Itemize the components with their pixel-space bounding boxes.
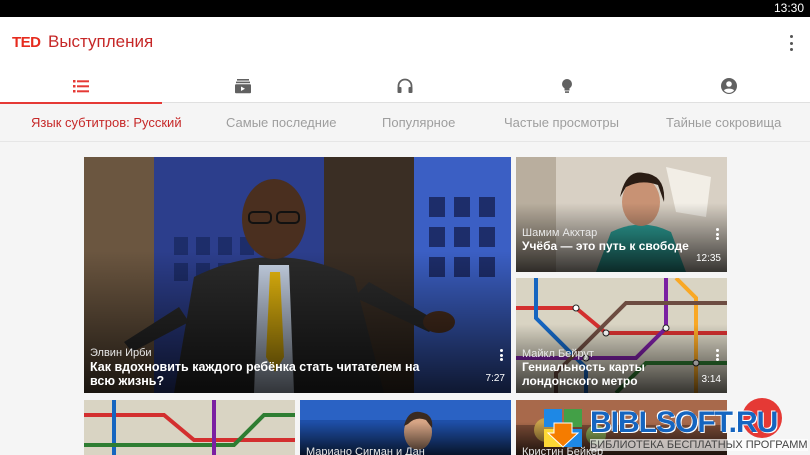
talk-card[interactable]: [84, 400, 295, 455]
talk-speaker: Мариано Сигман и Дан: [306, 446, 425, 455]
filter-bar: Язык субтитров: Русский Самые последние …: [0, 104, 810, 142]
talk-title: Учёба — это путь к свободе: [522, 239, 689, 253]
talk-card[interactable]: Майкл Бейрут Гениальность карты лондонск…: [516, 278, 727, 393]
filter-most-viewed[interactable]: Частые просмотры: [504, 115, 619, 130]
talk-card[interactable]: Мариано Сигман и Дан: [300, 400, 511, 455]
tab-podcasts[interactable]: [324, 68, 486, 103]
talk-more-icon[interactable]: [716, 228, 720, 240]
talk-speaker: Шамим Акхтар: [522, 227, 598, 239]
talk-speaker: Майкл Бейрут: [522, 348, 594, 360]
talk-title: Гениальность карты лондонского метро: [522, 360, 645, 388]
tab-surprise[interactable]: [486, 68, 648, 103]
watermark-subtitle: БИБЛИОТЕКА БЕСПЛАТНЫХ ПРОГРАММ: [590, 439, 808, 451]
watermark-title: BIBLSOFT.RU: [590, 406, 778, 439]
overflow-menu-icon[interactable]: [786, 33, 796, 53]
headphones-icon: [397, 78, 413, 93]
tab-account[interactable]: [648, 68, 810, 103]
filter-popular[interactable]: Популярное: [382, 115, 455, 130]
status-clock: 13:30: [773, 1, 804, 15]
playlist-icon: [235, 78, 251, 93]
app-bar: TED Выступления: [0, 17, 810, 68]
talk-title: Как вдохновить каждого ребёнка стать чит…: [90, 360, 420, 388]
talk-more-icon[interactable]: [716, 349, 720, 361]
tab-playlists[interactable]: [162, 68, 324, 103]
ted-logo: TED: [12, 34, 41, 51]
talk-duration: 12:35: [695, 253, 721, 264]
filter-subtitle-language[interactable]: Язык субтитров: Русский: [31, 115, 182, 130]
featured-talk-card[interactable]: Элвин Ирби Как вдохновить каждого ребёнк…: [84, 157, 511, 393]
watermark-logo: [544, 409, 582, 448]
talk-thumbnail: [84, 400, 295, 455]
account-icon: [721, 77, 737, 94]
status-bar: 13:30: [0, 0, 810, 17]
page-title: Выступления: [48, 32, 154, 51]
filter-hidden-gems[interactable]: Тайные сокровища: [666, 115, 781, 130]
talk-card[interactable]: Шамим Акхтар Учёба — это путь к свободе …: [516, 157, 727, 272]
talk-speaker: Элвин Ирби: [90, 347, 152, 359]
watermark: BIBLSOFT.RU БИБЛИОТЕКА БЕСПЛАТНЫХ ПРОГРА…: [542, 405, 810, 455]
tab-bar: [0, 68, 810, 104]
talk-more-icon[interactable]: [500, 349, 504, 361]
lightbulb-icon: [562, 78, 572, 93]
tab-talks[interactable]: [0, 68, 162, 104]
talk-duration: 3:14: [701, 374, 721, 385]
talk-duration: 7:27: [485, 373, 505, 384]
filter-newest[interactable]: Самые последние: [226, 115, 336, 130]
list-icon: [73, 79, 89, 92]
